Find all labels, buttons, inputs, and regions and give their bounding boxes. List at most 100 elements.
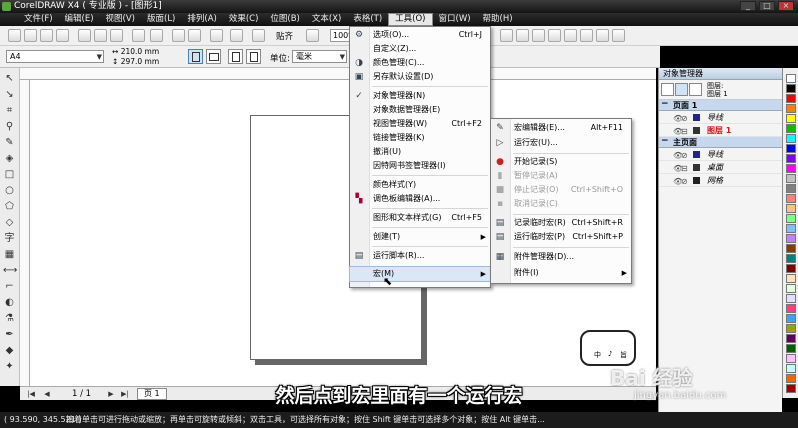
palette-swatch[interactable] [786,224,796,233]
menu-item-run-macro[interactable]: ▷ 运行宏(U)... [491,136,631,150]
zoom-tool-icon[interactable]: ⚲ [3,120,16,133]
menu-item-save-defaults[interactable]: ▣ 另存默认设置(D) [350,70,490,84]
fill-tool-icon[interactable]: ◆ [3,344,16,357]
welcome-screen-icon[interactable] [230,29,243,42]
toolbar-icon-e[interactable] [564,29,577,42]
toolbar-icon-h[interactable] [612,29,625,42]
toolbar-icon-f[interactable] [580,29,593,42]
layer-manager-view-icon[interactable] [689,83,702,96]
layer-row[interactable]: 👁 ⊘ 导线 [659,148,782,161]
menu-help[interactable]: 帮助(H) [477,13,519,26]
palette-swatch[interactable] [786,174,796,183]
horizontal-ruler[interactable] [20,68,656,80]
master-page-node[interactable]: 主页面 [659,136,782,148]
menu-arrange[interactable]: 排列(A) [181,13,222,26]
toolbar-icon-a[interactable] [500,29,513,42]
portrait-button[interactable] [188,49,203,64]
palette-swatch[interactable] [786,164,796,173]
edit-across-layers-icon[interactable] [675,83,688,96]
menu-item-start-recording[interactable]: ● 开始记录(S) [491,155,631,169]
page-1-node[interactable]: 页面 1 [659,99,782,111]
palette-swatch[interactable] [786,184,796,193]
ellipse-tool-icon[interactable]: ○ [3,184,16,197]
menu-effects[interactable]: 效果(C) [223,13,265,26]
menu-item-addons[interactable]: 附件(I) ▶ [491,266,631,280]
menu-file[interactable]: 文件(F) [18,13,59,26]
palette-swatch[interactable] [786,134,796,143]
crop-tool-icon[interactable]: ⌗ [3,104,16,117]
copy-icon[interactable] [94,29,107,42]
palette-swatch[interactable] [786,334,796,343]
outline-tool-icon[interactable]: ✒ [3,328,16,341]
dimension-tool-icon[interactable]: ⟷ [3,264,17,277]
toolbar-icon-c[interactable] [532,29,545,42]
current-page-button[interactable] [246,49,261,64]
menu-item-create[interactable]: 创建(T) ▶ [350,230,490,244]
palette-swatch[interactable] [786,84,796,93]
vertical-ruler[interactable] [20,80,30,386]
menu-item-pause-recording[interactable]: ▮ 暂停记录(A) [491,169,631,183]
palette-swatch[interactable] [786,294,796,303]
open-icon[interactable] [24,29,37,42]
palette-swatch[interactable] [786,284,796,293]
menu-item-object-manager[interactable]: ✓ 对象管理器(N) [350,89,490,103]
print-icon[interactable] [56,29,69,42]
application-launcher-icon[interactable] [210,29,223,42]
menu-item-internet-bookmarks[interactable]: 因特网书签管理器(I) [350,159,490,173]
palette-swatch[interactable] [786,264,796,273]
menu-item-view-manager[interactable]: 视图管理器(W) Ctrl+F2 [350,117,490,131]
menu-item-color-management[interactable]: ◑ 颜色管理(C)... [350,56,490,70]
menu-item-customize[interactable]: 自定义(Z)... [350,42,490,56]
menu-item-graphic-text-styles[interactable]: 图形和文本样式(G) Ctrl+F5 [350,211,490,225]
snap-to-label[interactable]: 贴齐 [276,30,293,42]
undo-icon[interactable] [132,29,145,42]
rectangle-tool-icon[interactable]: □ [3,168,16,181]
menu-item-macros[interactable]: 宏(M) ▶ [349,266,491,282]
palette-swatch[interactable] [786,364,796,373]
menu-item-object-data-manager[interactable]: 对象数据管理器(E) [350,103,490,117]
palette-swatch[interactable] [786,314,796,323]
all-pages-button[interactable] [228,49,243,64]
landscape-button[interactable] [206,49,221,64]
menu-item-options[interactable]: ⚙ 选项(O)... Ctrl+J [350,28,490,42]
menu-item-undo[interactable]: 撤消(U) [350,145,490,159]
smart-fill-icon[interactable]: ◈ [3,152,16,165]
units-select[interactable]: 毫米 ▼ [292,50,347,63]
palette-swatch[interactable] [786,274,796,283]
palette-swatch[interactable] [786,114,796,123]
menu-view[interactable]: 视图(V) [100,13,141,26]
menu-table[interactable]: 表格(T) [347,13,388,26]
import-icon[interactable] [172,29,185,42]
save-icon[interactable] [40,29,53,42]
menu-item-cancel-recording[interactable]: ▪ 取消记录(C) [491,197,631,211]
paper-size-select[interactable]: A4 ▼ [6,50,104,63]
close-icon[interactable]: × [778,1,794,11]
menu-item-run-script[interactable]: ▤ 运行脚本(R)... [350,249,490,263]
layer-row[interactable]: 👁 ⊟ 桌面 [659,161,782,174]
minimize-icon[interactable]: _ [740,1,756,11]
palette-swatch[interactable] [786,324,796,333]
menu-bitmaps[interactable]: 位图(B) [264,13,305,26]
menu-window[interactable]: 窗口(W) [433,13,477,26]
toolbar-icon-d[interactable] [548,29,561,42]
palette-swatch[interactable] [786,244,796,253]
cut-icon[interactable] [78,29,91,42]
export-icon[interactable] [188,29,201,42]
interactive-fill-icon[interactable]: ✦ [3,360,16,373]
maximize-icon[interactable]: □ [759,1,775,11]
page-width-field[interactable]: ↔ 210.0 mm [112,47,159,56]
palette-swatch[interactable] [786,234,796,243]
blend-tool-icon[interactable]: ◐ [3,296,16,309]
toolbar-icon-b[interactable] [516,29,529,42]
page-height-field[interactable]: ↕ 297.0 mm [112,57,159,66]
polygon-tool-icon[interactable]: ⬠ [3,200,16,213]
new-icon[interactable] [8,29,21,42]
palette-swatch[interactable] [786,304,796,313]
palette-swatch[interactable] [786,214,796,223]
palette-swatch[interactable] [786,354,796,363]
toolbar-icon-g[interactable] [596,29,609,42]
menu-edit[interactable]: 编辑(E) [59,13,100,26]
menu-item-link-manager[interactable]: 链接管理器(K) [350,131,490,145]
menu-item-record-temp-macro[interactable]: ▤ 记录临时宏(R) Ctrl+Shift+R [491,216,631,230]
shape-tool-icon[interactable]: ↘ [3,88,16,101]
